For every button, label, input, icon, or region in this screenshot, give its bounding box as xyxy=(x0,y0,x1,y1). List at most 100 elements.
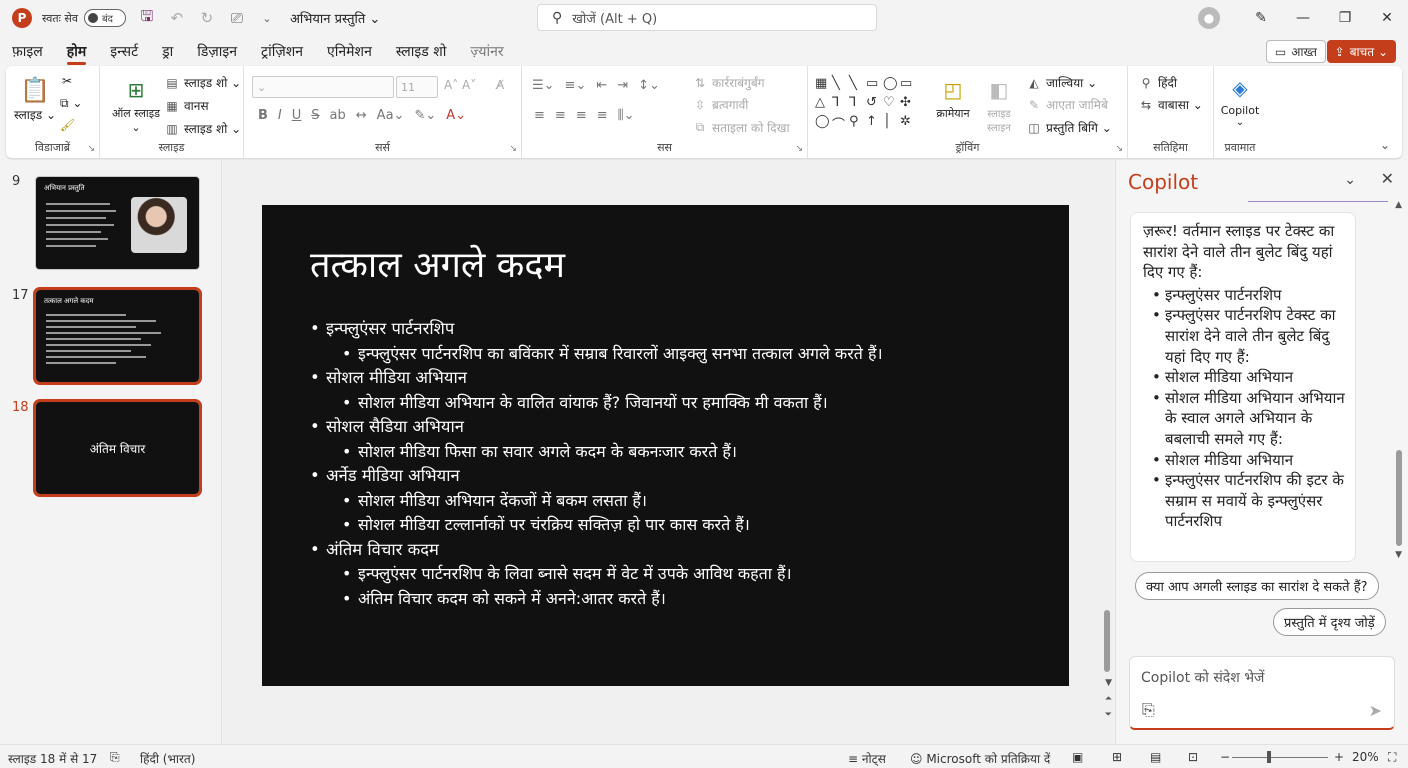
send-icon[interactable]: ➤ xyxy=(1369,701,1382,720)
scroll-down-arrow-icon[interactable]: ▼ xyxy=(1105,678,1112,688)
copilot-scroll-up-icon[interactable]: ▲ xyxy=(1395,200,1402,210)
notes-button[interactable]: ≡ नोट्स xyxy=(848,750,886,767)
increase-indent-icon[interactable]: ⇥ xyxy=(617,78,628,93)
shape-effects-button[interactable]: ◫ प्रस्तुति बिगि ⌄ xyxy=(1026,119,1111,136)
save-icon[interactable]: 🖫 xyxy=(138,6,156,31)
change-case-icon[interactable]: Aa⌄ xyxy=(377,108,405,123)
copilot-suggestion[interactable]: प्रस्तुति में दृश्य जोड़ें xyxy=(1273,608,1386,636)
tab-home[interactable]: होम xyxy=(55,36,98,66)
numbering-icon[interactable]: ≡⌄ xyxy=(565,78,587,93)
char-spacing-icon[interactable]: ↔ xyxy=(356,108,367,123)
shape-fill-button[interactable]: ◭ जाल्विया ⌄ xyxy=(1026,74,1097,91)
tab-insert[interactable]: इन्सर्ट xyxy=(98,36,150,66)
comments-button[interactable]: ▭ आख्त xyxy=(1265,40,1326,63)
bullets-icon[interactable]: ☰⌄ xyxy=(532,78,555,93)
pen-icon[interactable]: ✎ xyxy=(1240,10,1282,26)
shape-outline-button[interactable]: ✎ आएता जामिबे xyxy=(1026,96,1108,113)
clipboard-launcher-icon[interactable]: ↘ xyxy=(87,144,95,154)
text-direction-button[interactable]: ⇅ कार्रराबंगुर्बंग xyxy=(692,74,765,91)
textbox-shape-icon[interactable]: ▦ xyxy=(815,76,831,91)
collapse-ribbon-icon[interactable]: ⌄ xyxy=(1380,138,1390,152)
vertical-line-shape-icon[interactable]: │ xyxy=(883,114,899,133)
share-button[interactable]: ⇪ बाचत ⌄ xyxy=(1326,40,1396,63)
columns-icon[interactable]: ⫼⌄ xyxy=(618,108,635,123)
line-shape-icon[interactable]: ╲ xyxy=(832,76,848,91)
zoom-slider-thumb[interactable] xyxy=(1267,751,1271,763)
tab-animations[interactable]: एनिमेशन xyxy=(315,36,384,66)
language-indicator[interactable]: हिंदी (भारत) xyxy=(140,750,195,767)
heart-shape-icon[interactable]: ♡ xyxy=(883,95,899,110)
copilot-suggestion[interactable]: क्या आप अगली स्लाइड का सारांश दे सकते है… xyxy=(1135,572,1379,600)
autosave-toggle[interactable]: बंद xyxy=(83,9,126,27)
highlight-icon[interactable]: ✎⌄ xyxy=(414,108,436,123)
slide-thumbnail-18[interactable]: अंतिम विचार xyxy=(33,399,202,497)
search-input[interactable]: ⚲ खोजें (Alt + Q) xyxy=(537,4,877,31)
reading-view-icon[interactable]: ▤ xyxy=(1150,750,1161,764)
replace-button[interactable]: ⇆ वाबासा ⌄ xyxy=(1138,96,1203,113)
drawing-launcher-icon[interactable]: ↘ xyxy=(1115,144,1123,154)
present-from-start-icon[interactable]: ⎚ xyxy=(228,9,246,27)
feedback-button[interactable]: ☺ Microsoft को प्रतिक्रिया दें xyxy=(910,750,1050,767)
document-title[interactable]: अभियान प्रस्तुति ⌄ xyxy=(290,9,380,27)
format-painter-icon[interactable]: 🖌 xyxy=(60,118,75,132)
copilot-options-icon[interactable]: ⌄ xyxy=(1344,172,1356,188)
arc-shape-icon[interactable]: ⌒ xyxy=(832,114,848,133)
copilot-close-icon[interactable]: ✕ xyxy=(1381,169,1394,188)
shapes-gallery[interactable]: ▦ ╲ ╲ ▭ ◯ ▭ △ ⅂ ⅂ ↺ ♡ ✣ ◯ ⌒ ⚲ ↑ │ ✲ xyxy=(815,76,916,133)
magnifier-shape-icon[interactable]: ⚲ xyxy=(849,114,865,133)
font-name-combo[interactable]: ⌄ xyxy=(252,76,394,98)
section-button[interactable]: ▥ स्लाइड शो ⌄ xyxy=(164,120,241,137)
curve-shape-icon[interactable]: ↺ xyxy=(866,95,882,110)
slide-body-text[interactable]: इन्फ्लुएंसर पार्टनरशिप इन्फ्लुएंसर पार्ट… xyxy=(310,317,1050,611)
strikethrough-icon[interactable]: S xyxy=(311,108,319,123)
slide-thumbnail-17[interactable]: तत्काल अगले कदम xyxy=(33,287,202,385)
copilot-message-input[interactable]: Copilot को संदेश भेजें ⎘ ➤ xyxy=(1129,656,1395,730)
tab-design[interactable]: डिज़ाइन xyxy=(185,36,249,66)
grow-font-icon[interactable]: A˄ A˅ xyxy=(444,78,476,92)
line-spacing-icon[interactable]: ↕⌄ xyxy=(638,78,660,93)
fit-to-window-icon[interactable]: ⛶ xyxy=(1388,750,1396,765)
customize-qat-icon[interactable]: ⌄ xyxy=(258,12,276,25)
bold-icon[interactable]: B xyxy=(258,108,268,123)
slide-sorter-icon[interactable]: ⊞ xyxy=(1112,750,1122,764)
account-avatar[interactable]: ● xyxy=(1198,7,1220,29)
italic-icon[interactable]: I xyxy=(278,108,282,123)
zoom-out-icon[interactable]: − xyxy=(1220,750,1230,764)
minimize-button[interactable]: — xyxy=(1282,10,1324,26)
normal-view-icon[interactable]: ▣ xyxy=(1072,750,1083,764)
connector-shape-icon[interactable]: ⅂ xyxy=(832,95,848,110)
smartart-button[interactable]: ⧉ सताइला को दिखा xyxy=(692,119,790,136)
slide-thumbnail-9[interactable]: अभियान प्रस्तुति xyxy=(35,176,200,270)
font-color-icon[interactable]: A⌄ xyxy=(446,108,466,123)
current-slide[interactable]: तत्काल अगले कदम इन्फ्लुएंसर पार्टनरशिप इ… xyxy=(262,205,1069,686)
copy-icon[interactable]: ⧉ ⌄ xyxy=(60,96,82,111)
find-button[interactable]: ⚲ हिंदी xyxy=(1138,74,1177,91)
tab-designer[interactable]: ज़्यांनर xyxy=(458,36,515,66)
tab-slideshow[interactable]: स्लाइड शो xyxy=(384,36,459,66)
tab-draw[interactable]: ड्रा xyxy=(150,36,185,66)
star-shape-icon[interactable]: ✲ xyxy=(900,114,916,133)
align-right-icon[interactable]: ≡ xyxy=(576,108,587,123)
font-launcher-icon[interactable]: ↘ xyxy=(509,144,517,154)
freeform-shape-icon[interactable]: ◯ xyxy=(815,114,831,133)
triangle-shape-icon[interactable]: △ xyxy=(815,95,831,110)
justify-icon[interactable]: ≡ xyxy=(597,108,608,123)
attach-icon[interactable]: ⎘ xyxy=(1142,700,1155,720)
accessibility-icon[interactable]: ⎘ xyxy=(110,750,120,765)
layout-button[interactable]: ▤ स्लाइड शो ⌄ xyxy=(164,74,241,91)
shadow-icon[interactable]: ab xyxy=(330,108,346,123)
previous-slide-icon[interactable]: ⏶ xyxy=(1105,694,1112,704)
zoom-level[interactable]: 20% xyxy=(1352,750,1379,764)
tab-file[interactable]: फ़ाइल xyxy=(0,36,55,66)
paste-button[interactable]: 📋 स्लाइड ⌄ xyxy=(14,74,56,123)
tab-transitions[interactable]: ट्रांज़िशन xyxy=(249,36,315,66)
undo-icon[interactable]: ↶ xyxy=(168,9,186,27)
oval-shape-icon[interactable]: ◯ xyxy=(883,76,899,91)
copilot-scrollbar[interactable] xyxy=(1396,450,1402,546)
copilot-scroll-down-icon[interactable]: ▼ xyxy=(1395,550,1402,560)
redo-icon[interactable]: ↻ xyxy=(198,9,216,27)
next-slide-icon[interactable]: ⏷ xyxy=(1105,710,1112,720)
cut-icon[interactable]: ✂ xyxy=(62,74,72,88)
rect2-shape-icon[interactable]: ▭ xyxy=(900,76,916,91)
paragraph-launcher-icon[interactable]: ↘ xyxy=(795,144,803,154)
